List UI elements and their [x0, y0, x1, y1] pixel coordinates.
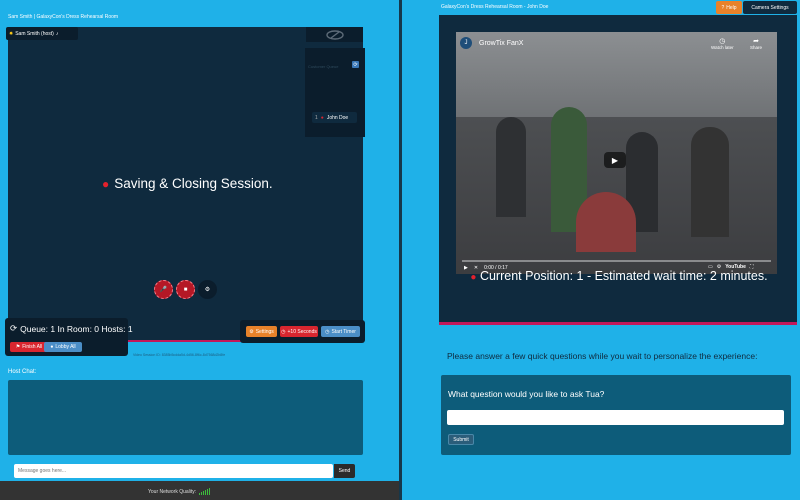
submit-button[interactable]: Submit — [448, 434, 474, 445]
youtube-video-player[interactable]: J GrowTix FanX ◷ Watch later ➦ Share ▶ ▶… — [456, 32, 777, 274]
clock-icon: ◷ — [719, 38, 726, 45]
lobby-all-label: Lobby All — [55, 344, 76, 350]
gear-button[interactable]: ⚙ — [198, 280, 217, 299]
timer-control-box: ⚙ Settings ◷ +10 Seconds ◷ Start Timer — [240, 320, 365, 343]
watch-later-button[interactable]: ◷ Watch later — [711, 37, 734, 50]
lobby-all-button[interactable]: ● Lobby All — [44, 342, 82, 352]
camera-icon: ■ — [183, 286, 188, 293]
camera-toggle-button[interactable]: ■ — [176, 280, 195, 299]
mic-icon: ♪ — [55, 30, 59, 37]
questions-intro: Please answer a few quick questions whil… — [447, 351, 758, 361]
position-message: Current Position: 1 - Estimated wait tim… — [479, 269, 768, 283]
record-dot-icon: ● — [102, 176, 110, 191]
user-icon: ● — [50, 344, 54, 350]
gear-icon: ⚙ — [249, 328, 254, 335]
video-title[interactable]: GrowTix FanX — [479, 40, 523, 47]
clock-icon: ◷ — [281, 328, 286, 335]
session-status: ● Saving & Closing Session. — [102, 176, 273, 191]
video-session-id: Video Session ID: 8385b5cdda5d-4d56-8f6c… — [133, 353, 226, 357]
network-quality: Your Network Quality: — [148, 488, 211, 495]
play-icon[interactable]: ▶ — [464, 265, 468, 271]
question-label: What question would you like to ask Tua? — [448, 389, 605, 399]
microphone-toggle-button[interactable]: 🎤 — [154, 280, 173, 299]
watch-later-label: Watch later — [711, 45, 734, 50]
gear-icon: ⚙ — [204, 287, 211, 293]
network-quality-label: Your Network Quality: — [148, 489, 197, 495]
galaxycon-logo — [306, 27, 363, 42]
settings-label: Settings — [255, 328, 274, 335]
customer-queue-panel: Customer Queue ⟳ 1 ● John Doe — [305, 48, 365, 137]
panel-accent-bar — [439, 322, 797, 325]
queue-panel-caption: Customer Queue — [308, 64, 339, 69]
footer-bar: Your Network Quality: — [0, 481, 399, 500]
share-button[interactable]: ➦ Share — [750, 37, 762, 50]
host-badge-label: Sam Smith (host) — [15, 30, 54, 37]
queue-stats-text: Queue: 1 In Room: 0 Hosts: 1 — [20, 323, 133, 334]
host-room-title: Sam Smith | GalaxyCon's Dress Rehearsal … — [8, 14, 119, 20]
finish-all-button[interactable]: ⚑ Finish All — [10, 342, 48, 352]
media-controls: 🎤 ■ ⚙ — [154, 280, 217, 299]
question-icon: ? — [721, 4, 725, 11]
send-button[interactable]: Send — [334, 464, 355, 478]
host-chat-log — [8, 380, 363, 455]
star-icon: ✸ — [9, 30, 14, 37]
participant-name: John Doe — [326, 114, 349, 121]
position-status: ● Current Position: 1 - Estimated wait t… — [469, 268, 769, 286]
queue-stats: ⟳ Queue: 1 In Room: 0 Hosts: 1 — [10, 323, 133, 334]
host-badge: ✸ Sam Smith (host) ♪ — [6, 27, 78, 40]
participant-number: 1 — [315, 114, 318, 121]
help-button[interactable]: ? Help — [716, 1, 742, 14]
channel-avatar[interactable]: J — [460, 37, 472, 49]
camera-settings-button[interactable]: Camera Settings — [743, 1, 797, 14]
participant-room-title: GalaxyCon's Dress Rehearsal Room - John … — [441, 4, 549, 10]
clock-icon: ◷ — [325, 328, 330, 335]
settings-button[interactable]: ⚙ Settings — [246, 326, 277, 337]
user-icon: ● — [320, 114, 324, 121]
status-message: Saving & Closing Session. — [114, 176, 273, 191]
mic-icon: 🎤 — [159, 287, 168, 293]
pane-divider — [399, 0, 402, 500]
queue-participant-item[interactable]: 1 ● John Doe — [312, 112, 357, 123]
chat-message-input[interactable] — [14, 464, 333, 478]
participant-panel: J GrowTix FanX ◷ Watch later ➦ Share ▶ ▶… — [439, 15, 797, 322]
start-timer-button[interactable]: ◷ Start Timer — [321, 326, 360, 337]
video-progress-bar[interactable] — [462, 260, 771, 262]
flag-icon: ⚑ — [15, 344, 21, 350]
start-timer-label: Start Timer — [331, 328, 356, 335]
refresh-icon[interactable]: ⟳ — [352, 61, 359, 68]
share-label: Share — [750, 45, 763, 50]
record-dot-icon: ● — [470, 272, 477, 283]
help-label: Help — [726, 4, 737, 11]
signal-bars-icon — [199, 488, 211, 495]
question-form: What question would you like to ask Tua?… — [441, 375, 791, 455]
add-10-seconds-label: +10 Seconds — [287, 328, 317, 335]
refresh-icon[interactable]: ⟳ — [10, 323, 17, 334]
answer-input[interactable] — [447, 410, 784, 425]
host-video-stage: ✸ Sam Smith (host) ♪ Customer Queue ⟳ 1 … — [6, 27, 365, 340]
add-10-seconds-button[interactable]: ◷ +10 Seconds — [280, 326, 318, 337]
host-chat-label: Host Chat: — [8, 369, 37, 375]
play-icon[interactable]: ▶ — [604, 152, 626, 168]
finish-all-label: Finish All — [22, 344, 43, 350]
share-icon: ➦ — [753, 38, 759, 45]
queue-control-box: ⟳ Queue: 1 In Room: 0 Hosts: 1 ⚑ Finish A… — [5, 318, 133, 356]
